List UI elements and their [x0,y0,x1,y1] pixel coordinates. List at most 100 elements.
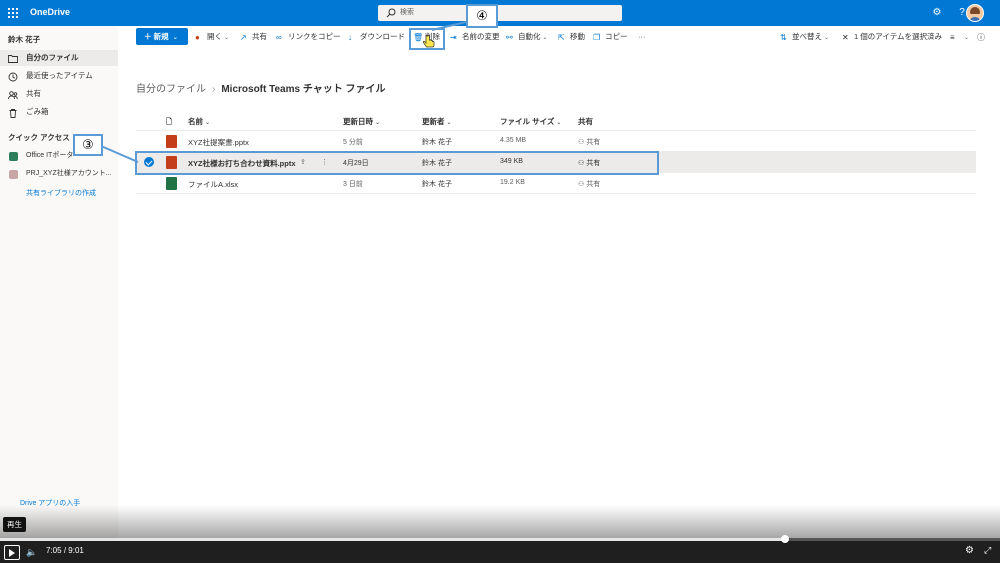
create-shared-library-link[interactable]: 共有ライブラリの作成 [26,188,96,198]
file-name[interactable]: XYZ社提案書.pptx [188,137,249,148]
clock-icon [8,72,18,82]
move-button[interactable]: ⇱ 移動 [558,28,585,45]
breadcrumb-current: Microsoft Teams チャット ファイル [221,84,386,95]
file-size: 4.35 MB [500,137,527,144]
gear-icon[interactable]: ⚙ [930,6,944,20]
info-button[interactable]: ⓘ [977,28,989,45]
file-name[interactable]: ファイルA.xlsx [188,179,238,190]
open-label: 開く [207,32,222,41]
search-icon [386,8,396,18]
table-row[interactable]: XYZ社提案書.pptx 5 分前 鈴木 花子 4.35 MB ⚇ 共有 [136,131,976,152]
quick-access-item[interactable]: PRJ_XYZ社様アカウント... [0,166,118,182]
sidebar-item-label: ごみ箱 [26,107,49,116]
share-label: 共有 [252,32,267,41]
hand-cursor-icon [423,35,435,48]
selected-count-label: 1 個のアイテムを選択済み [854,32,943,41]
site-icon [9,152,18,161]
copy-link-button[interactable]: ∞ リンクをコピー [276,28,341,45]
column-modified[interactable]: 更新日時 ⌄ [343,116,380,127]
view-options-button[interactable]: ≡ ⌄ [950,28,969,45]
app-title[interactable]: OneDrive [30,7,70,17]
column-file-size[interactable]: ファイル サイズ ⌄ [500,116,561,127]
download-icon: ↓ [348,33,352,42]
copy-label: コピー [605,32,628,41]
copy-button[interactable]: ❐ コピー [593,28,628,45]
quick-access-label: Office ITポータ [26,152,74,159]
user-name: 鈴木 花子 [8,35,41,44]
more-button[interactable]: ··· [638,28,646,45]
breadcrumb: 自分のファイル › Microsoft Teams チャット ファイル [136,80,386,95]
breadcrumb-root[interactable]: 自分のファイル [136,84,206,95]
fullscreen-icon[interactable]: ⤢ [984,545,991,556]
automate-button[interactable]: ⚯ 自動化 ⌄ [506,28,548,45]
table-row[interactable]: ファイルA.xlsx 3 日前 鈴木 花子 19.2 KB ⚇ 共有 [136,173,976,194]
column-name[interactable]: 名前 ⌄ [188,116,210,127]
sort-button[interactable]: ⇅ 並べ替え ⌄ [780,28,829,45]
video-controls: 🔈 7:05 / 9:01 ⚙ ⤢ [0,535,1000,563]
volume-icon[interactable]: 🔈 [26,547,37,558]
powerpoint-icon: ● [195,33,200,42]
time-separator: / [63,546,67,555]
quick-access-label: PRJ_XYZ社様アカウント... [26,170,112,177]
chevron-down-icon: ⌄ [824,35,830,41]
download-button[interactable]: ↓ ダウンロード [348,28,405,45]
list-view-icon: ≡ [950,33,955,42]
modified-date: 5 分前 [343,139,363,146]
column-label: ファイル サイズ [500,117,555,126]
video-scrubber[interactable] [781,535,789,543]
plus-icon: ＋ [144,32,152,41]
folder-icon [8,55,18,63]
sidebar-item-shared[interactable]: 共有 [0,86,118,102]
play-button[interactable] [4,545,20,560]
sidebar-item-recycle-bin[interactable]: ごみ箱 [0,104,118,120]
new-button[interactable]: ＋ 新規 ⌄ [136,28,188,45]
link-icon: ∞ [276,33,282,42]
video-overlay-gradient [0,505,1000,538]
get-app-link[interactable]: Drive アプリの入手 [20,498,80,508]
sidebar-item-recent[interactable]: 最近使ったアイテム [0,68,118,84]
search-box[interactable]: 検索 [378,5,622,21]
share-people-icon: ⚇ [578,139,585,146]
automate-icon: ⚯ [506,33,513,42]
modified-date: 3 日前 [343,181,363,188]
video-progress-bar[interactable] [0,535,1000,543]
site-icon [9,170,18,179]
column-label: 名前 [188,117,203,126]
automate-label: 自動化 [518,32,541,41]
step-3-callout: ③ [73,134,103,156]
column-sharing: 共有 [578,116,593,127]
powerpoint-file-icon [166,135,177,148]
share-button[interactable]: ↗ 共有 [240,28,267,45]
current-time: 7:05 [46,546,62,555]
sidebar: 鈴木 花子 自分のファイル 最近使ったアイテム 共有 ごみ箱 クイック アクセス… [0,26,118,538]
excel-file-icon [166,177,177,190]
sort-icon: ⇅ [780,33,787,42]
avatar[interactable] [966,4,984,22]
share-people-icon [8,91,18,100]
waffle-icon[interactable] [8,8,18,18]
annotation-connector [100,145,139,163]
settings-gear-icon[interactable]: ⚙ [965,545,974,556]
sidebar-item-label: 共有 [26,89,41,98]
copy-icon: ❐ [593,33,601,42]
column-modified-by[interactable]: 更新者 ⌄ [422,116,452,127]
chevron-down-icon: ⌄ [446,120,452,126]
column-label: 更新者 [422,117,445,126]
sidebar-item-my-files[interactable]: 自分のファイル [0,50,118,66]
chevron-down-icon: ⌄ [556,120,562,126]
sidebar-item-label: 自分のファイル [26,53,79,62]
chevron-down-icon: ⌄ [375,120,381,126]
info-icon: ⓘ [977,33,985,42]
share-people-icon: ⚇ [578,181,585,188]
modified-by: 鈴木 花子 [422,139,452,146]
open-button[interactable]: ● 開く ⌄ [195,28,229,45]
new-button-label: 新規 [153,32,169,41]
sharing-status: ⚇ 共有 [578,179,600,189]
sharing-label: 共有 [586,139,601,146]
chevron-down-icon: ⌄ [224,35,230,41]
chevron-down-icon: ⌄ [205,120,211,126]
selected-count-button[interactable]: ✕ 1 個のアイテムを選択済み [842,28,942,45]
move-icon: ⇱ [558,33,565,42]
modified-by: 鈴木 花子 [422,181,452,188]
video-progress-fill [0,538,785,541]
